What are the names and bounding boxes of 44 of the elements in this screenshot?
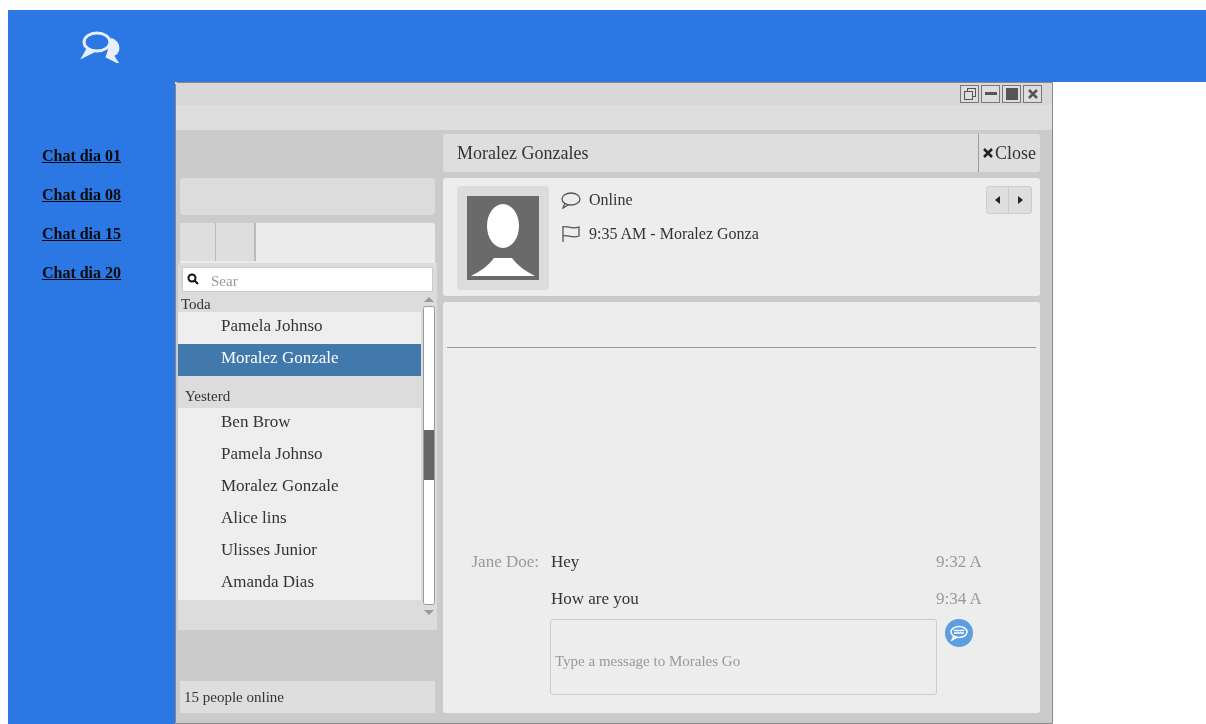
- contact-item[interactable]: Ben Brow: [178, 408, 421, 440]
- chat-bubbles-icon: [80, 29, 122, 63]
- presence-status: Online: [589, 190, 633, 210]
- restore-icon: [963, 88, 976, 100]
- online-count: 15 people online: [184, 687, 284, 707]
- close-icon: [983, 148, 993, 158]
- nav-link[interactable]: Chat dia 08: [41, 183, 122, 207]
- chat-title: Moralez Gonzales: [456, 141, 590, 165]
- contact-item[interactable]: Moralez Gonzale: [178, 344, 421, 376]
- contact-item[interactable]: Alice lins: [178, 504, 421, 536]
- message-time: 9:34 A: [936, 587, 983, 610]
- contact-item[interactable]: Ulisses Junior: [178, 536, 421, 568]
- message-text: How are you: [551, 587, 640, 610]
- contact-item[interactable]: Amanda Dias: [178, 568, 421, 600]
- search-icon: [187, 273, 199, 285]
- nav-link[interactable]: Chat dia 15: [41, 222, 122, 246]
- left-arrow-icon: [995, 196, 1000, 204]
- minimize-icon: [984, 92, 997, 96]
- group-header: Yesterd: [184, 387, 232, 406]
- message-sender: Jane Doe:: [471, 550, 539, 573]
- maximize-icon: [1005, 88, 1018, 100]
- restore-button[interactable]: [960, 85, 979, 103]
- message-input[interactable]: Type a message to Morales Go: [550, 619, 937, 695]
- contact-item[interactable]: Pamela Johnso: [178, 312, 421, 344]
- flag-icon: [561, 225, 581, 243]
- close-icon: [1027, 89, 1038, 99]
- contact-item[interactable]: Pamela Johnso: [178, 440, 421, 472]
- chat-bubble-icon: [950, 625, 968, 641]
- right-arrow-icon: [1017, 196, 1023, 204]
- last-activity: 9:35 AM - Moralez Gonza: [589, 224, 759, 244]
- maximize-button[interactable]: [1002, 85, 1021, 103]
- nav-link[interactable]: Chat dia 20: [41, 261, 122, 285]
- search-field[interactable]: Sear: [182, 267, 433, 292]
- group-header: Toda: [180, 295, 212, 312]
- close-window-button[interactable]: [1023, 85, 1042, 103]
- close-chat-button[interactable]: Close: [978, 134, 1040, 172]
- message-time: 9:32 A: [936, 550, 983, 573]
- minimize-button[interactable]: [981, 85, 1000, 103]
- nav-link[interactable]: Chat dia 01: [41, 144, 122, 168]
- send-button[interactable]: [945, 619, 973, 647]
- message-text: Hey: [551, 550, 581, 573]
- avatar-silhouette-icon: [467, 196, 539, 280]
- speech-bubble-icon: [561, 191, 581, 209]
- contact-item[interactable]: Moralez Gonzale: [178, 472, 421, 504]
